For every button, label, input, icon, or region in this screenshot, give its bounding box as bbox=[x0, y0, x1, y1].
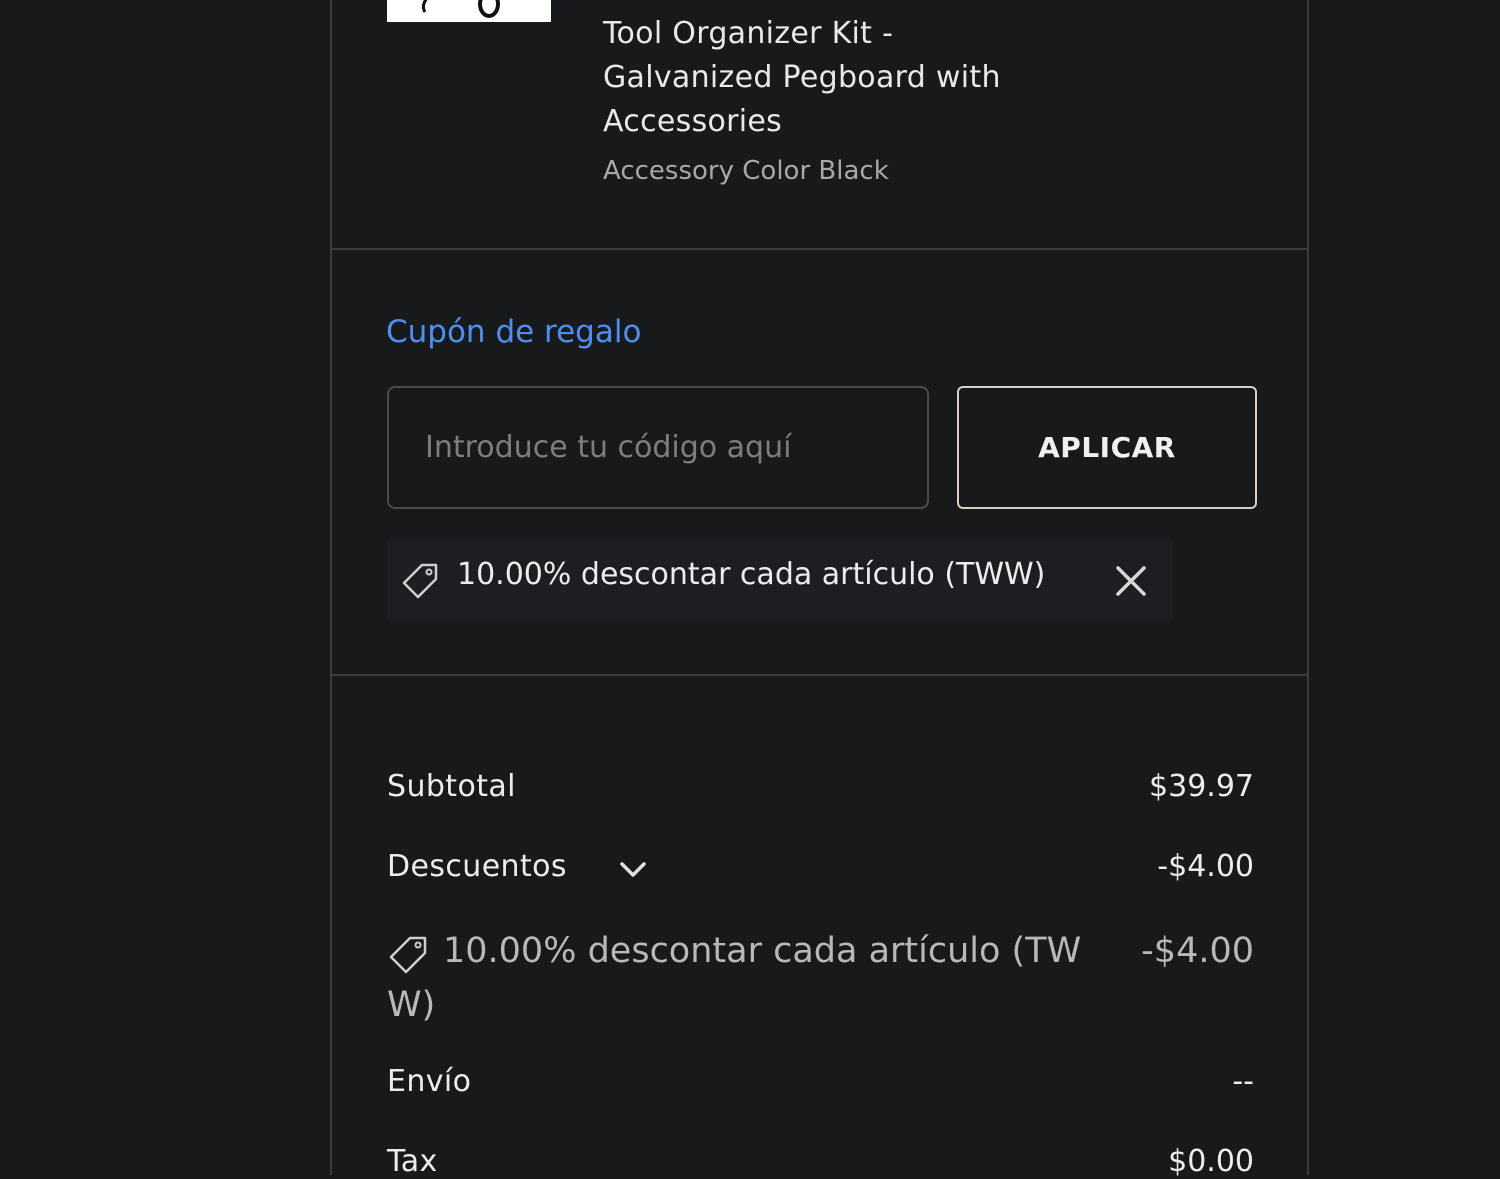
tag-icon bbox=[402, 563, 438, 599]
product-image-icon[interactable] bbox=[387, 0, 551, 22]
product-title-line: Accessories bbox=[603, 104, 783, 139]
discount-detail-text: 10.00% descontar cada artículo (TWW) bbox=[387, 931, 1082, 1025]
product-title-line: Tool Organizer Kit - bbox=[603, 16, 894, 51]
order-summary-panel: Tool Organizer Kit - Galvanized Pegboard… bbox=[330, 0, 1309, 1179]
gift-coupon-section: Cupón de regalo APLICAR 10.00% descontar… bbox=[332, 250, 1307, 676]
tax-label: Tax bbox=[387, 1144, 438, 1179]
shipping-value: -- bbox=[1232, 1064, 1254, 1099]
cart-line-item: Tool Organizer Kit - Galvanized Pegboard… bbox=[332, 0, 1307, 250]
chevron-down-icon[interactable] bbox=[617, 856, 649, 882]
product-title-line: Galvanized Pegboard with bbox=[603, 60, 1001, 95]
discounts-value: -$4.00 bbox=[1157, 849, 1254, 884]
shipping-label: Envío bbox=[387, 1064, 472, 1099]
coupon-code-input[interactable] bbox=[387, 386, 929, 509]
applied-coupon-chip: 10.00% descontar cada artículo (TWW) bbox=[387, 537, 1173, 623]
close-icon[interactable] bbox=[1111, 561, 1151, 601]
discounts-label[interactable]: Descuentos bbox=[387, 849, 567, 884]
applied-coupon-text: 10.00% descontar cada artículo (TWW) bbox=[457, 557, 1046, 592]
coupon-title[interactable]: Cupón de regalo bbox=[386, 314, 641, 350]
discount-detail-value: -$4.00 bbox=[1141, 931, 1254, 971]
apply-coupon-button[interactable]: APLICAR bbox=[957, 386, 1257, 509]
tax-value: $0.00 bbox=[1168, 1144, 1254, 1179]
product-variant: Accessory Color Black bbox=[603, 156, 889, 186]
subtotal-label: Subtotal bbox=[387, 769, 516, 804]
product-title[interactable]: Tool Organizer Kit - Galvanized Pegboard… bbox=[603, 0, 1073, 144]
subtotal-value: $39.97 bbox=[1149, 769, 1254, 804]
order-totals: Subtotal $39.97 Descuentos -$4.00 10.00%… bbox=[332, 676, 1307, 1179]
